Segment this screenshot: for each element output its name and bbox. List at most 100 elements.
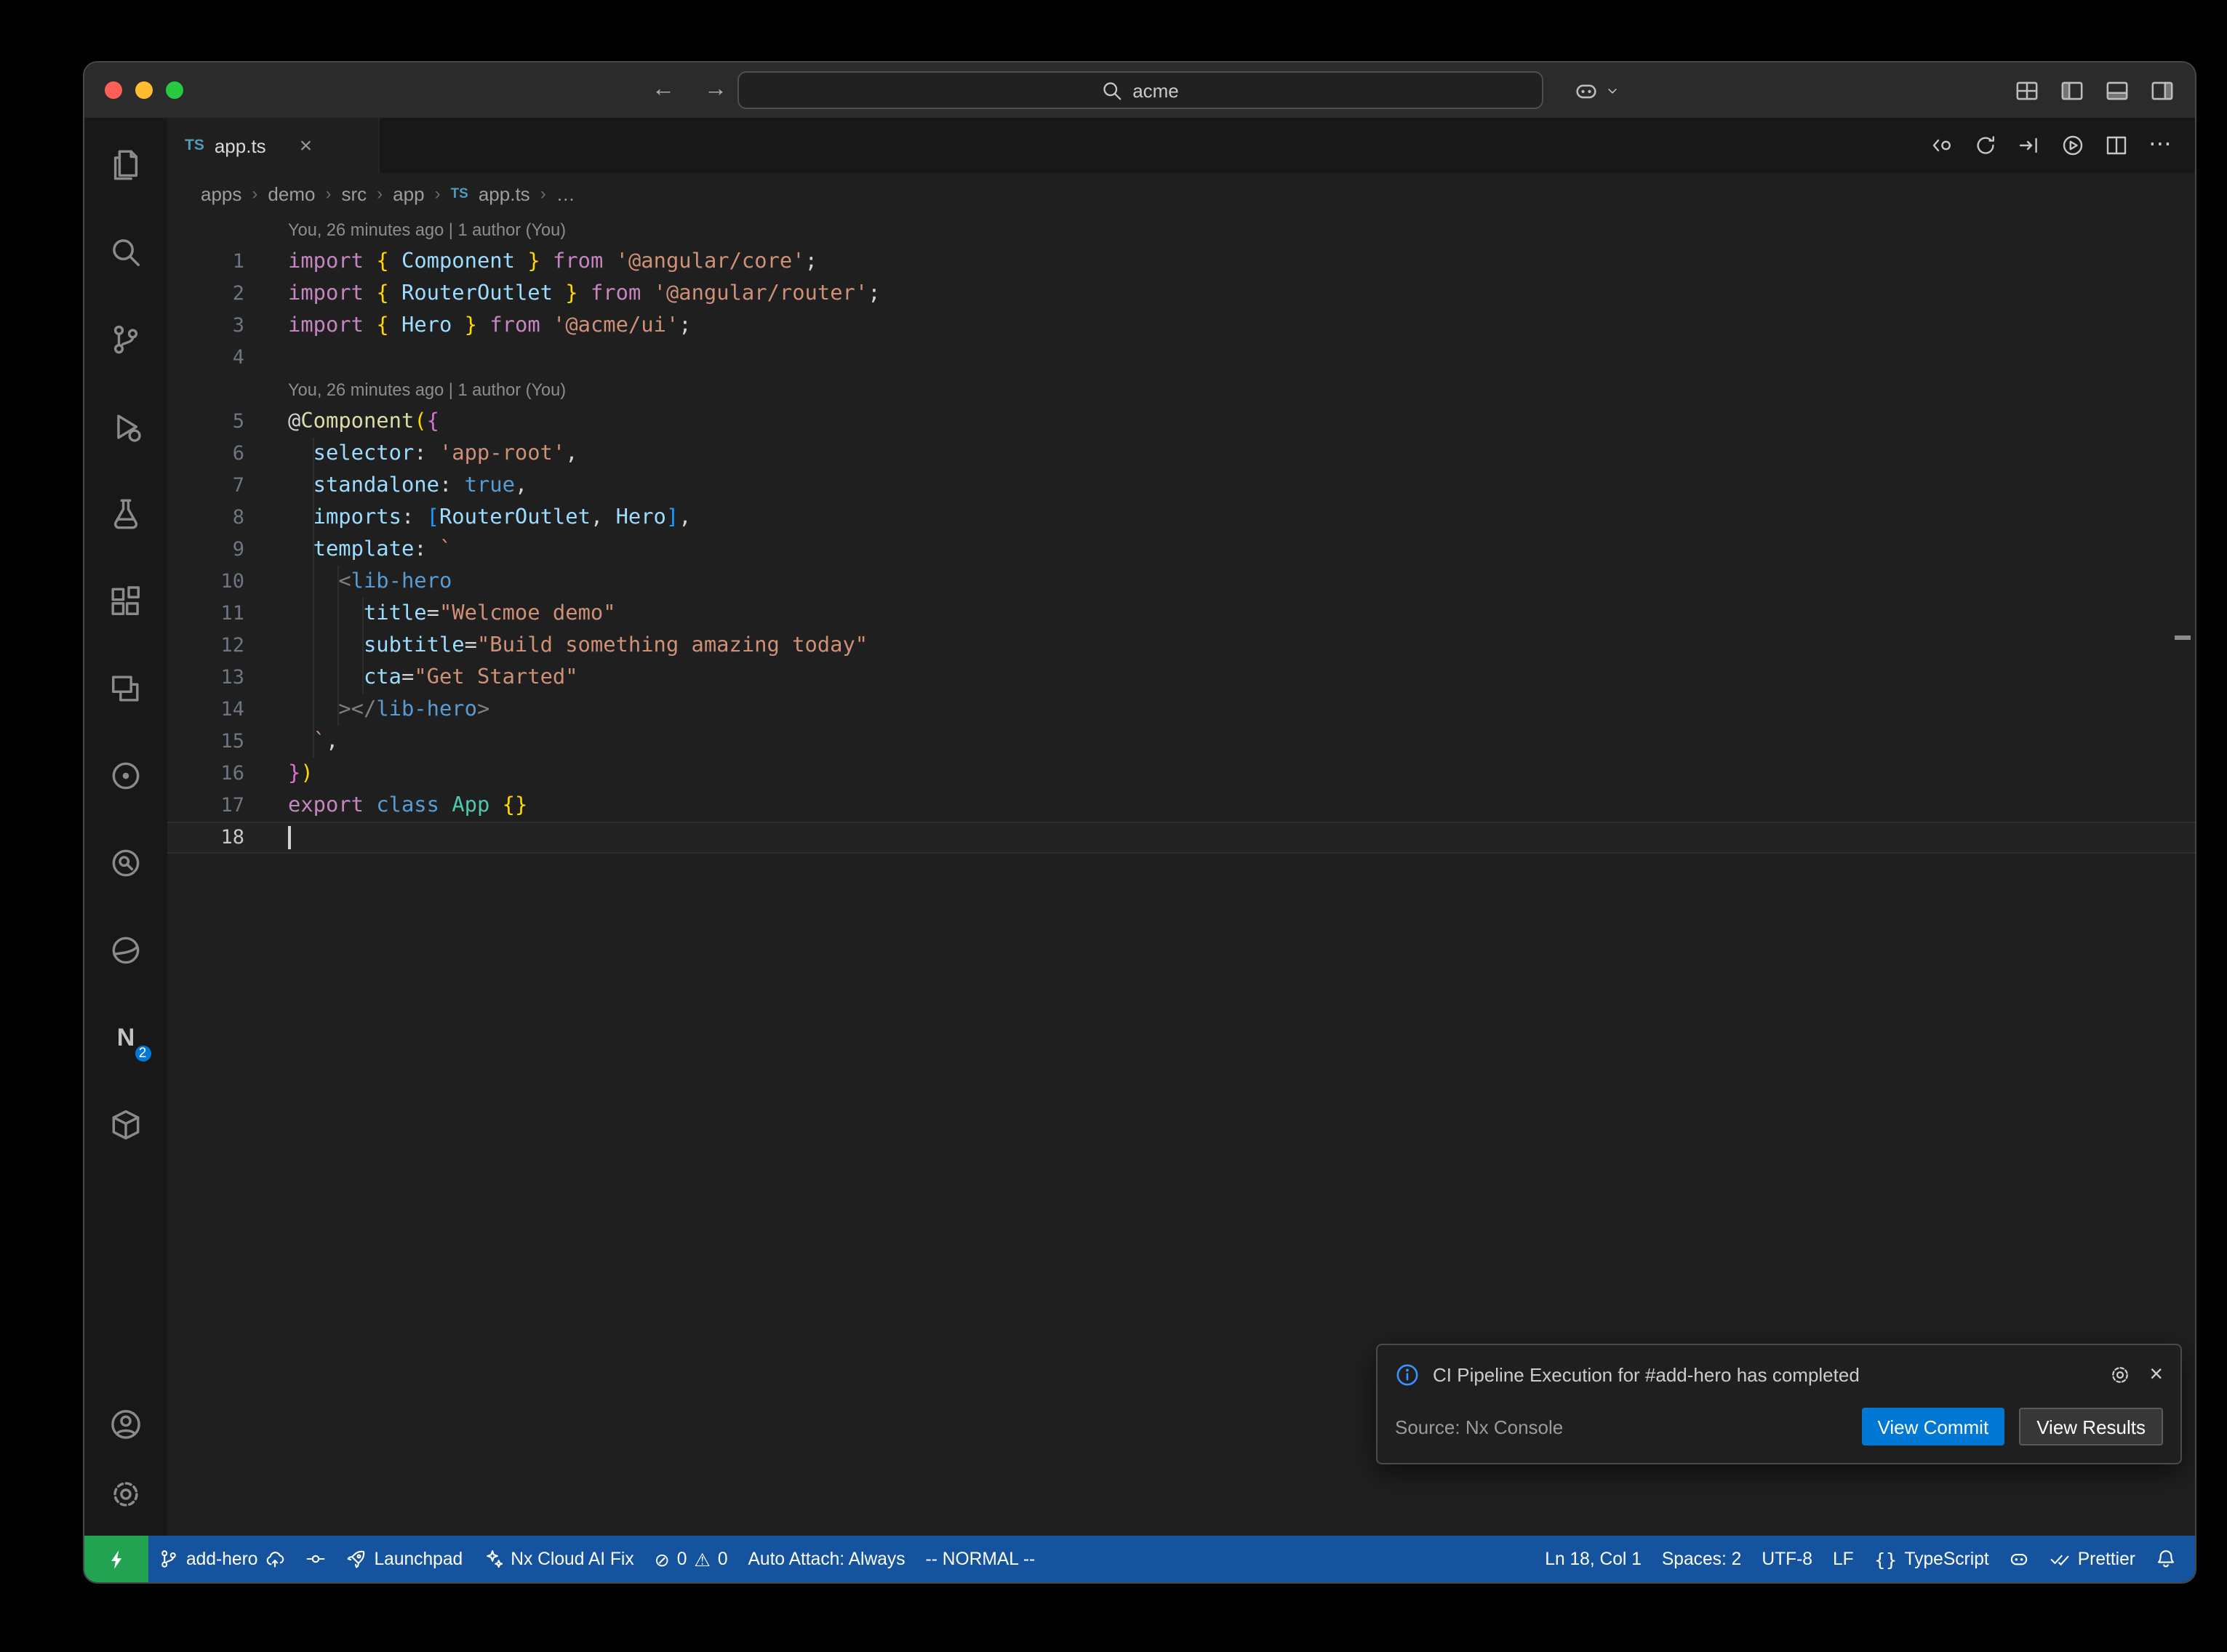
vim-mode-item[interactable]: -- NORMAL -- bbox=[916, 1536, 1046, 1582]
sync-changes-icon[interactable] bbox=[1974, 134, 1997, 157]
source-control-view-button[interactable] bbox=[107, 320, 145, 358]
pipeline-view-button[interactable] bbox=[107, 756, 145, 794]
code-line-14[interactable]: 14 ></lib-hero> bbox=[167, 694, 2195, 726]
package-view-button[interactable] bbox=[107, 1105, 145, 1143]
navigate-forward-button[interactable]: → bbox=[704, 77, 727, 103]
line-number[interactable]: 11 bbox=[167, 598, 288, 630]
extensions-view-button[interactable] bbox=[107, 582, 145, 620]
language-mode-item[interactable]: {} TypeScript bbox=[1864, 1536, 1999, 1582]
inspect-view-button[interactable] bbox=[107, 843, 145, 881]
code-editor[interactable]: You, 26 minutes ago | 1 author (You)1imp… bbox=[167, 214, 2195, 1536]
toggle-panel-icon[interactable] bbox=[2105, 78, 2130, 103]
remote-indicator[interactable] bbox=[84, 1536, 148, 1582]
search-view-button[interactable] bbox=[107, 233, 145, 270]
notification-close-icon[interactable]: × bbox=[2149, 1363, 2163, 1387]
minimize-window-button[interactable] bbox=[135, 81, 153, 99]
problems-item[interactable]: ⊘ 0 ⚠ 0 bbox=[644, 1536, 738, 1582]
breadcrumb-item[interactable]: apps bbox=[201, 183, 241, 204]
copilot-menu[interactable] bbox=[1573, 63, 1620, 118]
git-branch-item[interactable]: add-hero bbox=[148, 1536, 295, 1582]
close-tab-icon[interactable]: × bbox=[300, 135, 313, 156]
line-number[interactable]: 9 bbox=[167, 534, 288, 566]
view-results-button[interactable]: View Results bbox=[2019, 1408, 2163, 1446]
nx-cloud-ai-fix-item[interactable]: Nx Cloud AI Fix bbox=[473, 1536, 644, 1582]
commit-graph-item[interactable] bbox=[295, 1536, 336, 1582]
zoom-window-button[interactable] bbox=[166, 81, 183, 99]
run-file-icon[interactable] bbox=[2061, 134, 2084, 157]
code-line-11[interactable]: 11 title="Welcmoe demo" bbox=[167, 598, 2195, 630]
line-number[interactable]: 13 bbox=[167, 662, 288, 694]
code-line-1[interactable]: 1import { Component } from '@angular/cor… bbox=[167, 246, 2195, 278]
code-line-3[interactable]: 3import { Hero } from '@acme/ui'; bbox=[167, 310, 2195, 342]
line-number[interactable]: 1 bbox=[167, 246, 288, 278]
line-number[interactable]: 8 bbox=[167, 502, 288, 534]
indentation-item[interactable]: Spaces: 2 bbox=[1652, 1536, 1751, 1582]
next-change-icon[interactable] bbox=[2018, 134, 2041, 157]
code-line-10[interactable]: 10 <lib-hero bbox=[167, 566, 2195, 598]
line-number[interactable]: 5 bbox=[167, 406, 288, 438]
accounts-button[interactable] bbox=[107, 1405, 145, 1443]
code-line-4[interactable]: 4 bbox=[167, 342, 2195, 374]
split-editor-icon[interactable] bbox=[2105, 134, 2128, 157]
line-number[interactable]: 4 bbox=[167, 342, 288, 374]
code-line-8[interactable]: 8 imports: [RouterOutlet, Hero], bbox=[167, 502, 2195, 534]
line-number[interactable]: 12 bbox=[167, 630, 288, 662]
code-line-18[interactable]: 18 bbox=[167, 822, 2195, 854]
line-number[interactable]: 3 bbox=[167, 310, 288, 342]
command-center-search[interactable]: acme bbox=[737, 71, 1543, 109]
toggle-secondary-sidebar-icon[interactable] bbox=[2150, 78, 2175, 103]
encoding-item[interactable]: UTF-8 bbox=[1751, 1536, 1823, 1582]
breadcrumb-item[interactable]: demo bbox=[268, 183, 315, 204]
code-line-13[interactable]: 13 cta="Get Started" bbox=[167, 662, 2195, 694]
code-line-9[interactable]: 9 template: ` bbox=[167, 534, 2195, 566]
line-number[interactable]: 7 bbox=[167, 470, 288, 502]
line-number[interactable]: 18 bbox=[167, 822, 288, 854]
cursor-position-item[interactable]: Ln 18, Col 1 bbox=[1535, 1536, 1652, 1582]
close-window-button[interactable] bbox=[105, 81, 122, 99]
launchpad-item[interactable]: Launchpad bbox=[336, 1536, 473, 1582]
remote-explorer-view-button[interactable] bbox=[107, 669, 145, 707]
code-token bbox=[540, 250, 553, 273]
git-blame-lens[interactable]: You, 26 minutes ago | 1 author (You) bbox=[167, 214, 2195, 246]
more-actions-icon[interactable]: ⋯ bbox=[2148, 134, 2172, 157]
manage-settings-button[interactable] bbox=[107, 1475, 145, 1512]
code-line-5[interactable]: 5@Component({ bbox=[167, 406, 2195, 438]
notification-settings-gear-icon[interactable] bbox=[2108, 1364, 2130, 1386]
eol-item[interactable]: LF bbox=[1823, 1536, 1864, 1582]
copilot-status-item[interactable] bbox=[1999, 1536, 2040, 1582]
code-line-15[interactable]: 15 `, bbox=[167, 726, 2195, 758]
view-commit-button[interactable]: View Commit bbox=[1862, 1408, 2005, 1446]
line-number[interactable]: 10 bbox=[167, 566, 288, 598]
customize-layout-icon[interactable] bbox=[2015, 78, 2039, 103]
explorer-view-button[interactable] bbox=[107, 145, 145, 183]
breadcrumb-item[interactable]: app bbox=[393, 183, 424, 204]
line-number[interactable]: 15 bbox=[167, 726, 288, 758]
code-line-17[interactable]: 17export class App {} bbox=[167, 790, 2195, 822]
breadcrumb-symbol[interactable]: … bbox=[556, 183, 575, 204]
code-token: template bbox=[313, 538, 415, 561]
code-line-7[interactable]: 7 standalone: true, bbox=[167, 470, 2195, 502]
notifications-bell-item[interactable] bbox=[2146, 1536, 2186, 1582]
code-line-2[interactable]: 2import { RouterOutlet } from '@angular/… bbox=[167, 278, 2195, 310]
line-number[interactable]: 14 bbox=[167, 694, 288, 726]
auto-attach-item[interactable]: Auto Attach: Always bbox=[738, 1536, 916, 1582]
run-debug-view-button[interactable] bbox=[107, 407, 145, 445]
open-changes-icon[interactable] bbox=[1930, 134, 1954, 157]
toggle-primary-sidebar-icon[interactable] bbox=[2060, 78, 2084, 103]
line-number[interactable]: 2 bbox=[167, 278, 288, 310]
code-line-16[interactable]: 16}) bbox=[167, 758, 2195, 790]
breadcrumb-file[interactable]: app.ts bbox=[479, 183, 530, 204]
code-line-6[interactable]: 6 selector: 'app-root', bbox=[167, 438, 2195, 470]
line-number[interactable]: 16 bbox=[167, 758, 288, 790]
tab-app-ts[interactable]: TS app.ts × bbox=[167, 118, 380, 173]
navigate-back-button[interactable]: ← bbox=[652, 77, 675, 103]
line-number[interactable]: 6 bbox=[167, 438, 288, 470]
code-line-12[interactable]: 12 subtitle="Build something amazing tod… bbox=[167, 630, 2195, 662]
nx-console-view-button[interactable]: N 2 bbox=[107, 1018, 145, 1056]
breadcrumb-item[interactable]: src bbox=[341, 183, 367, 204]
formatter-item[interactable]: Prettier bbox=[2040, 1536, 2146, 1582]
line-number[interactable]: 17 bbox=[167, 790, 288, 822]
testing-view-button[interactable] bbox=[107, 494, 145, 532]
git-blame-lens[interactable]: You, 26 minutes ago | 1 author (You) bbox=[167, 374, 2195, 406]
browser-tools-view-button[interactable] bbox=[107, 931, 145, 969]
